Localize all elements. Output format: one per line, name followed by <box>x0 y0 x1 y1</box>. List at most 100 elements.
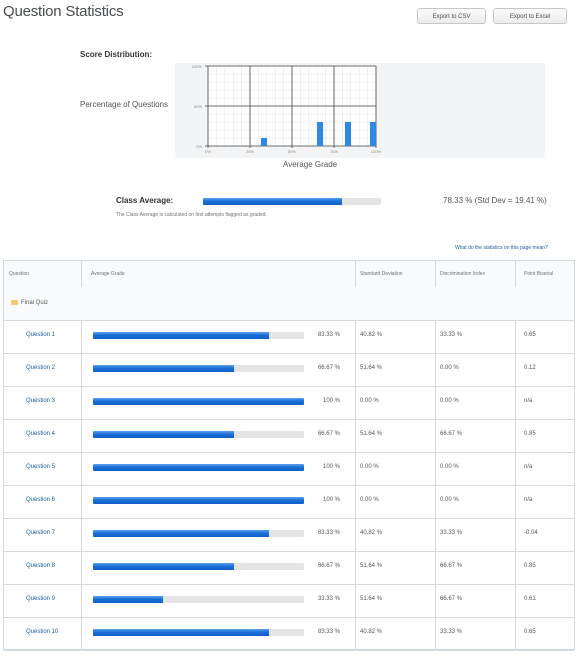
question-link[interactable]: Question 9 <box>26 596 55 602</box>
standard-deviation-value: 51.64 % <box>360 365 383 371</box>
standard-deviation-value: 40.82 % <box>360 530 383 536</box>
folder-icon <box>11 300 18 305</box>
x-tick-label: 0% <box>205 149 211 154</box>
question-link[interactable]: Question 3 <box>26 398 55 404</box>
standard-deviation-value: 40.82 % <box>360 629 383 635</box>
table-row: Question 4 66.67 % 51.64 % 66.67 % 0.85 <box>4 419 574 453</box>
average-grade-bar-fill <box>93 629 269 636</box>
standard-deviation-value: 51.64 % <box>360 596 383 602</box>
question-link[interactable]: Question 6 <box>26 497 55 503</box>
discrimination-index-value: 33.33 % <box>440 629 463 635</box>
discrimination-index-value: 66.67 % <box>440 563 463 569</box>
distribution-bar <box>260 138 267 146</box>
standard-deviation-value: 0.00 % <box>360 464 379 470</box>
table-row: Question 1 83.33 % 40.82 % 33.33 % 0.65 <box>4 320 574 354</box>
table-row: Question 2 66.67 % 51.64 % 0.00 % 0.12 <box>4 353 574 387</box>
x-tick-label: 50% <box>288 149 296 154</box>
y-tick-label: 0% <box>196 144 202 149</box>
discrimination-index-value: 0.00 % <box>440 398 459 404</box>
average-grade-bar <box>93 596 304 603</box>
chart-x-axis-label: Average Grade <box>283 160 338 169</box>
class-average-note: The Class Average is calculated on first… <box>116 212 267 218</box>
average-grade-bar-fill <box>93 332 269 339</box>
average-grade-value: 83.33 % <box>317 629 340 635</box>
class-average-value: 78.33 % (Std Dev = 19.41 %) <box>443 196 547 205</box>
distribution-bar <box>370 122 376 146</box>
group-label: Final Quiz <box>21 300 49 306</box>
header-standard-deviation: Standard Deviation <box>360 271 403 277</box>
point-biserial-value: n/a <box>524 398 533 404</box>
group-row-final-quiz: Final Quiz <box>4 287 574 321</box>
table-row: Question 10 83.33 % 40.82 % 33.33 % 0.65 <box>4 617 574 651</box>
point-biserial-value: n/a <box>524 497 533 503</box>
discrimination-index-value: 0.00 % <box>440 464 459 470</box>
header-average-grade: Average Grade <box>91 271 125 277</box>
discrimination-index-value: 66.67 % <box>440 431 463 437</box>
discrimination-index-value: 33.33 % <box>440 332 463 338</box>
average-grade-bar <box>93 431 304 438</box>
question-link[interactable]: Question 2 <box>26 365 55 371</box>
table-row: Question 6 100 % 0.00 % 0.00 % n/a <box>4 485 574 519</box>
statistics-help-link[interactable]: What do the statistics on this page mean… <box>455 245 548 251</box>
question-link[interactable]: Question 4 <box>26 431 55 437</box>
point-biserial-value: 0.65 <box>524 629 536 635</box>
average-grade-bar-fill <box>93 497 304 504</box>
average-grade-value: 100 % <box>322 398 340 404</box>
table-row: Question 5 100 % 0.00 % 0.00 % n/a <box>4 452 574 486</box>
table-row: Question 7 83.33 % 40.82 % 33.33 % -0.04 <box>4 518 574 552</box>
standard-deviation-value: 0.00 % <box>360 497 379 503</box>
average-grade-bar <box>93 497 304 504</box>
average-grade-bar <box>93 629 304 636</box>
x-tick-label: 100% <box>371 149 382 154</box>
average-grade-value: 33.33 % <box>317 596 340 602</box>
distribution-bar <box>317 122 324 146</box>
average-grade-bar <box>93 332 304 339</box>
standard-deviation-value: 40.82 % <box>360 332 383 338</box>
table-header: Question Average Grade Standard Deviatio… <box>4 261 574 288</box>
table-row: Question 8 66.67 % 51.64 % 66.67 % 0.85 <box>4 551 574 585</box>
average-grade-value: 100 % <box>322 464 340 470</box>
question-link[interactable]: Question 5 <box>26 464 55 470</box>
question-statistics-table: Question Average Grade Standard Deviatio… <box>3 260 575 651</box>
average-grade-value: 66.67 % <box>317 365 340 371</box>
class-average-label: Class Average: <box>116 196 174 205</box>
question-link[interactable]: Question 10 <box>26 629 58 635</box>
average-grade-value: 83.33 % <box>317 530 340 536</box>
point-biserial-value: 0.65 <box>524 332 536 338</box>
average-grade-bar <box>93 365 304 372</box>
average-grade-bar <box>93 563 304 570</box>
average-grade-bar <box>93 398 304 405</box>
average-grade-value: 100 % <box>322 497 340 503</box>
average-grade-bar-fill <box>93 530 269 537</box>
question-link[interactable]: Question 7 <box>26 530 55 536</box>
standard-deviation-value: 51.64 % <box>360 431 383 437</box>
class-average-bar <box>203 198 381 205</box>
point-biserial-value: 0.85 <box>524 431 536 437</box>
discrimination-index-value: 0.00 % <box>440 365 459 371</box>
y-tick-label: 50% <box>194 104 202 109</box>
average-grade-bar-fill <box>93 398 304 405</box>
point-biserial-value: n/a <box>524 464 533 470</box>
table-row: Question 3 100 % 0.00 % 0.00 % n/a <box>4 386 574 420</box>
y-tick-label: 100% <box>192 64 203 69</box>
score-distribution-chart: 100% 50% 0%0% 25% 50% 75% 100% <box>192 64 382 154</box>
point-biserial-value: -0.04 <box>524 530 538 536</box>
standard-deviation-value: 51.64 % <box>360 563 383 569</box>
header-point-biserial: Point Biserial <box>524 271 554 277</box>
average-grade-bar <box>93 530 304 537</box>
average-grade-value: 66.67 % <box>317 431 340 437</box>
point-biserial-value: 0.12 <box>524 365 536 371</box>
table-row: Question 9 33.33 % 51.64 % 66.67 % 0.61 <box>4 584 574 618</box>
average-grade-value: 83.33 % <box>317 332 340 338</box>
point-biserial-value: 0.61 <box>524 596 536 602</box>
point-biserial-value: 0.85 <box>524 563 536 569</box>
question-link[interactable]: Question 1 <box>26 332 55 338</box>
discrimination-index-value: 33.33 % <box>440 530 463 536</box>
average-grade-bar-fill <box>93 596 164 603</box>
average-grade-bar-fill <box>93 464 304 471</box>
header-question: Question <box>9 271 30 277</box>
question-link[interactable]: Question 8 <box>26 563 55 569</box>
standard-deviation-value: 0.00 % <box>360 398 379 404</box>
average-grade-bar-fill <box>93 563 234 570</box>
average-grade-bar-fill <box>93 431 234 438</box>
